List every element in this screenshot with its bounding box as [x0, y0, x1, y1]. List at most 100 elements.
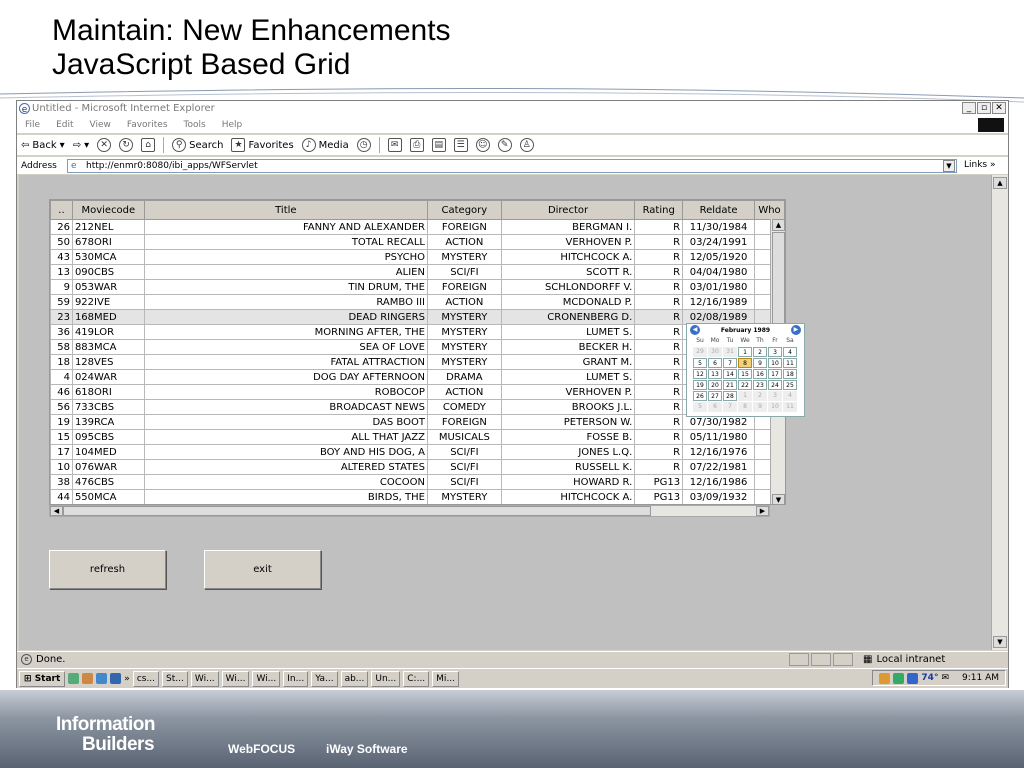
scroll-left-icon[interactable]: ◀ — [50, 506, 63, 516]
cell-rating[interactable]: R — [634, 279, 684, 295]
menu-file[interactable]: File — [25, 120, 40, 130]
cell-director[interactable]: LUMET S. — [500, 369, 636, 385]
tray-icon[interactable] — [893, 672, 905, 684]
calendar-day[interactable]: 31 — [723, 347, 737, 357]
cell-rating[interactable]: R — [634, 249, 684, 265]
calendar-day[interactable]: 19 — [693, 380, 707, 390]
next-month-icon[interactable]: ▶ — [790, 325, 801, 335]
cell-director[interactable]: HITCHCOCK A. — [500, 249, 636, 265]
cell-moviecode[interactable]: 024WAR — [71, 369, 145, 385]
cell-category[interactable]: MYSTERY — [426, 324, 502, 340]
column-header-category[interactable]: Category — [426, 200, 502, 220]
calendar-day[interactable]: 27 — [708, 391, 722, 401]
cell-title[interactable]: FATAL ATTRACTION — [143, 354, 428, 370]
cell-category[interactable]: FOREIGN — [426, 219, 502, 235]
cell-moviecode[interactable]: 053WAR — [71, 279, 145, 295]
quicklaunch-icon[interactable] — [82, 673, 94, 684]
column-header-rating[interactable]: Rating — [634, 200, 684, 220]
refresh-icon[interactable]: ↻ — [119, 138, 134, 152]
column-header-who[interactable]: Who — [754, 200, 785, 220]
cell-category[interactable]: COMEDY — [426, 399, 502, 415]
cell-title[interactable]: ALIEN — [143, 264, 428, 280]
scroll-down-icon[interactable]: ▼ — [993, 636, 1007, 648]
table-row[interactable]: 9 053WAR TIN DRUM, THE FOREIGN SCHLONDORFF V… — [50, 279, 785, 295]
cell-title[interactable]: PSYCHO — [143, 249, 428, 265]
column-header-director[interactable]: Director — [500, 200, 636, 220]
cell-moviecode[interactable]: 476CBS — [71, 474, 145, 490]
cell-moviecode[interactable]: 883MCA — [71, 339, 145, 355]
cell-category[interactable]: DRAMA — [426, 369, 502, 385]
cell-index[interactable]: 44 — [50, 489, 73, 504]
tray-icon[interactable] — [879, 672, 891, 684]
cell-index[interactable]: 58 — [50, 339, 73, 355]
taskbar-item[interactable]: Mi... — [432, 670, 460, 687]
menu-tools[interactable]: Tools — [184, 120, 206, 130]
cell-rating[interactable]: R — [634, 444, 684, 460]
calendar-day[interactable]: 18 — [783, 369, 797, 379]
cell-category[interactable]: MYSTERY — [426, 249, 502, 265]
table-row[interactable]: 23 168MED DEAD RINGERS MYSTERY CRONENBERG D.… — [50, 309, 785, 325]
taskbar-item[interactable]: In... — [283, 670, 309, 687]
media-button[interactable]: ♪ Media — [301, 138, 349, 152]
cell-moviecode[interactable]: 550MCA — [71, 489, 145, 504]
cell-index[interactable]: 26 — [50, 219, 73, 235]
cell-category[interactable]: MYSTERY — [426, 489, 502, 504]
prev-month-icon[interactable]: ◀ — [690, 325, 700, 335]
cell-index[interactable]: 19 — [50, 414, 73, 430]
table-row[interactable]: 4 024WAR DOG DAY AFTERNOON DRAMA LUMET S. R — [50, 369, 785, 385]
cell-index[interactable]: 13 — [50, 264, 73, 280]
cell-reldate[interactable]: 07/22/1981 — [682, 459, 756, 475]
cell-title[interactable]: FANNY AND ALEXANDER — [143, 219, 428, 235]
cell-index[interactable]: 46 — [50, 384, 73, 400]
cell-index[interactable]: 15 — [50, 429, 73, 445]
cell-reldate[interactable]: 03/09/1932 — [682, 489, 756, 504]
calendar-day[interactable]: 9 — [753, 358, 767, 368]
cell-rating[interactable]: R — [634, 429, 684, 445]
cell-director[interactable]: HOWARD R. — [500, 474, 636, 490]
table-row[interactable]: 36 419LOR MORNING AFTER, THE MYSTERY LUMET S… — [50, 324, 785, 340]
calendar-day[interactable]: 10 — [768, 358, 782, 368]
calendar-day[interactable]: 22 — [738, 380, 752, 390]
cell-category[interactable]: FOREIGN — [426, 279, 502, 295]
cell-director[interactable]: VERHOVEN P. — [500, 384, 636, 400]
cell-moviecode[interactable]: 678ORI — [71, 234, 145, 250]
cell-category[interactable]: MUSICALS — [426, 429, 502, 445]
refresh-button[interactable]: refresh — [49, 550, 166, 589]
scroll-down-icon[interactable]: ▼ — [772, 494, 785, 504]
table-row[interactable]: 43 530MCA PSYCHO MYSTERY HITCHCOCK A. R 12/05/… — [50, 249, 785, 265]
taskbar-item[interactable]: Wi... — [221, 670, 250, 687]
table-row[interactable]: 50 678ORI TOTAL RECALL ACTION VERHOVEN P. R 03… — [50, 234, 785, 250]
cell-director[interactable]: GRANT M. — [500, 354, 636, 370]
table-row[interactable]: 58 883MCA SEA OF LOVE MYSTERY BECKER H. R — [50, 339, 785, 355]
cell-reldate[interactable]: 03/24/1991 — [682, 234, 756, 250]
cell-rating[interactable]: R — [634, 234, 684, 250]
calendar-day[interactable]: 28 — [723, 391, 737, 401]
scroll-right-icon[interactable]: ▶ — [756, 506, 769, 516]
table-row[interactable]: 17 104MED BOY AND HIS DOG, A SCI/FI JONES L.… — [50, 444, 785, 460]
cell-rating[interactable]: R — [634, 294, 684, 310]
calendar-day[interactable]: 11 — [783, 402, 797, 412]
cell-category[interactable]: MYSTERY — [426, 339, 502, 355]
cell-reldate[interactable]: 12/16/1986 — [682, 474, 756, 490]
home-icon[interactable]: ⌂ — [141, 138, 156, 152]
cell-reldate[interactable]: 03/01/1980 — [682, 279, 756, 295]
cell-director[interactable]: PETERSON W. — [500, 414, 636, 430]
column-header-moviecode[interactable]: Moviecode — [71, 200, 145, 220]
cell-title[interactable]: DAS BOOT — [143, 414, 428, 430]
column-header-index[interactable]: .. — [50, 200, 73, 220]
cell-moviecode[interactable]: 530MCA — [71, 249, 145, 265]
cell-rating[interactable]: R — [634, 339, 684, 355]
table-row[interactable]: 15 095CBS ALL THAT JAZZ MUSICALS FOSSE B. R 05… — [50, 429, 785, 445]
cell-title[interactable]: ALL THAT JAZZ — [143, 429, 428, 445]
cell-category[interactable]: ACTION — [426, 384, 502, 400]
cell-title[interactable]: BIRDS, THE — [143, 489, 428, 504]
cell-index[interactable]: 4 — [50, 369, 73, 385]
cell-title[interactable]: MORNING AFTER, THE — [143, 324, 428, 340]
cell-director[interactable]: SCHLONDORFF V. — [500, 279, 636, 295]
cell-category[interactable]: ACTION — [426, 294, 502, 310]
favorites-button[interactable]: ★ Favorites — [231, 138, 294, 152]
table-row[interactable]: 18 128VES FATAL ATTRACTION MYSTERY GRANT M. R — [50, 354, 785, 370]
cell-title[interactable]: ALTERED STATES — [143, 459, 428, 475]
cell-index[interactable]: 23 — [50, 309, 73, 325]
cell-director[interactable]: MCDONALD P. — [500, 294, 636, 310]
